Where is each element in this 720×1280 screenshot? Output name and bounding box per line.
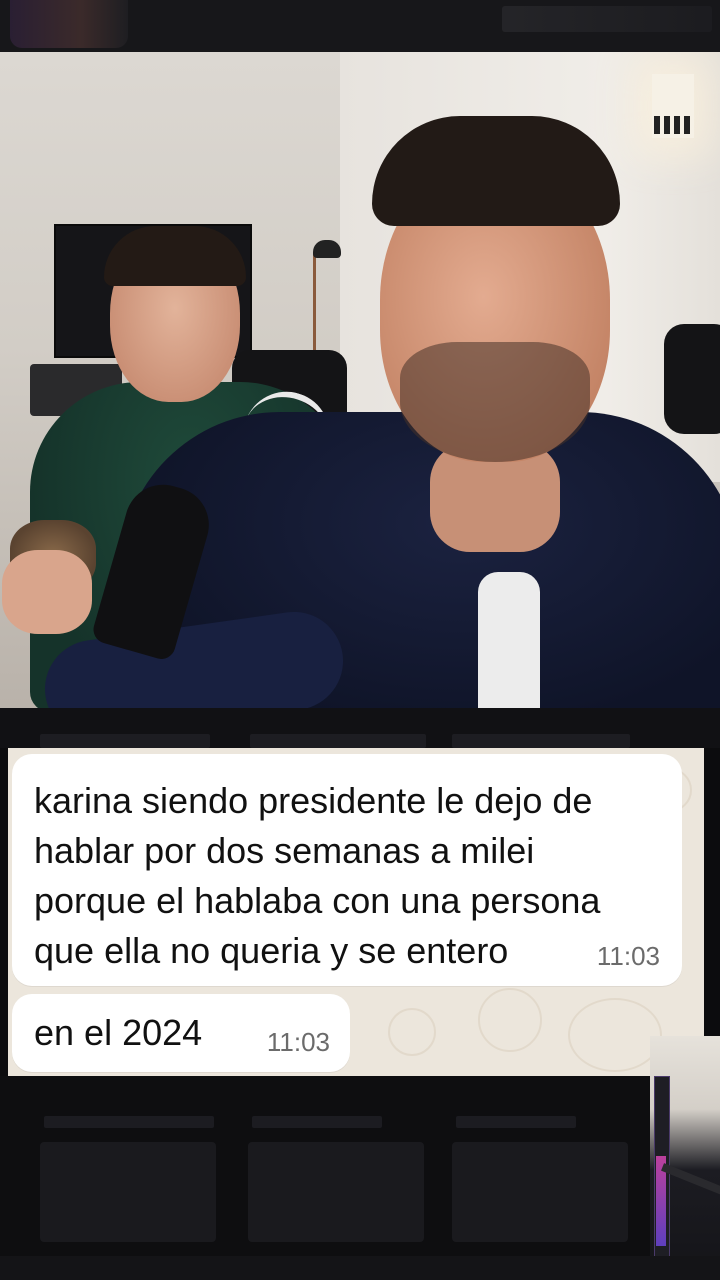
message-text: karina siendo presidente le dejo de habl… (34, 780, 601, 971)
top-overlay-strip (0, 0, 720, 52)
thumbnail-label-bar (452, 734, 630, 748)
thumbnail-label-bar (44, 1116, 214, 1128)
chat-screenshot: karina siendo presidente le dejo de habl… (8, 748, 704, 1076)
background-grid (0, 1076, 720, 1280)
gaming-chair-right (664, 324, 720, 434)
background-thumbnail-row (0, 708, 720, 748)
thumbnail-label-bar (252, 1116, 382, 1128)
wallpaper-doodle (568, 998, 662, 1072)
hand (2, 550, 92, 634)
message-time: 11:03 (266, 1027, 330, 1057)
video-thumbnail (452, 1142, 628, 1242)
wallpaper-doodle (478, 988, 542, 1052)
message-text: en el 2024 (34, 1012, 203, 1053)
picture-in-picture-frame (650, 1036, 720, 1280)
message-bubble[interactable]: en el 2024 11:03 (12, 994, 350, 1072)
person-right-hair (372, 116, 620, 226)
thumbnail-label-bar (250, 734, 426, 748)
video-thumbnail (40, 1142, 216, 1242)
person-left-hair (104, 226, 246, 286)
video-thumbnail (248, 1142, 424, 1242)
thumbnail-label-bar (40, 734, 210, 748)
wall-sconce-pattern (654, 116, 692, 134)
floor-lamp-head (313, 240, 341, 258)
person-right-shirt (478, 572, 540, 708)
person-right-beard (400, 342, 590, 462)
channel-avatar (10, 0, 128, 48)
video-frame (0, 52, 720, 708)
message-bubble[interactable]: karina siendo presidente le dejo de habl… (12, 754, 682, 986)
message-time: 11:03 (596, 941, 660, 971)
wallpaper-doodle (388, 1008, 436, 1056)
bottom-edge (0, 1256, 720, 1280)
thumbnail-label-bar (456, 1116, 576, 1128)
faint-header-text (502, 6, 712, 32)
